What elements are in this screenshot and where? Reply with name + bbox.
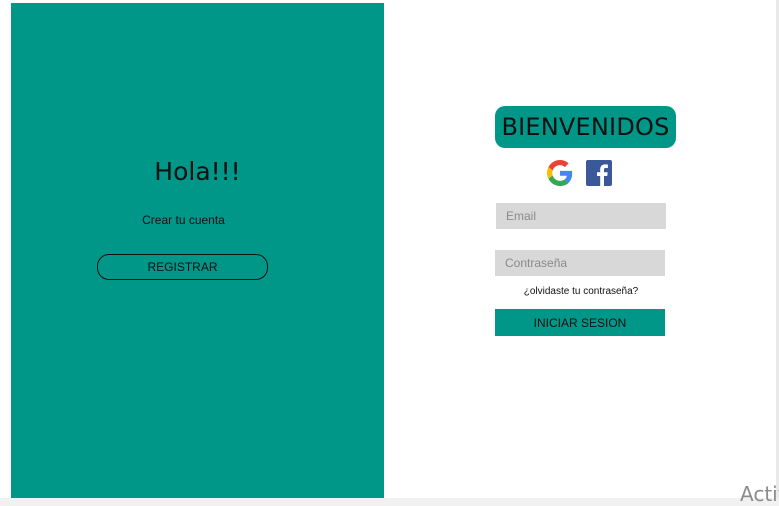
login-button[interactable]: INICIAR SESION xyxy=(495,309,665,336)
register-button[interactable]: REGISTRAR xyxy=(97,254,268,280)
google-icon[interactable] xyxy=(547,160,573,186)
greeting-heading: Hola!!! xyxy=(154,157,241,186)
register-panel: Hola!!! Crear tu cuenta REGISTRAR xyxy=(11,3,384,498)
bottom-strip xyxy=(0,498,779,506)
welcome-title: BIENVENIDOS xyxy=(495,106,676,148)
facebook-icon[interactable] xyxy=(586,160,612,186)
create-account-text: Crear tu cuenta xyxy=(142,213,225,227)
forgot-password-link[interactable]: ¿olvidaste tu contraseña? xyxy=(495,286,667,297)
login-panel: BIENVENIDOS ¿olvidaste tu contraseña? IN… xyxy=(384,3,776,498)
password-field[interactable] xyxy=(495,250,665,276)
activation-watermark: Activ xyxy=(740,482,779,506)
email-field[interactable] xyxy=(496,203,666,229)
screen: Hola!!! Crear tu cuenta REGISTRAR BIENVE… xyxy=(0,0,779,506)
